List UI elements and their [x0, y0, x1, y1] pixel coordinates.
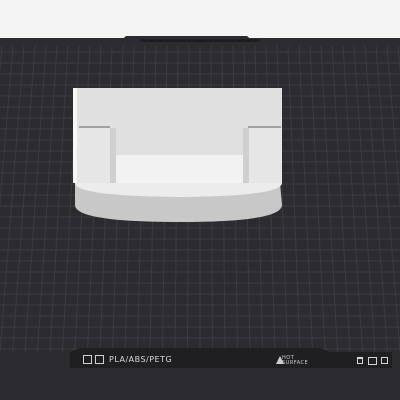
frame-icon[interactable] [368, 357, 377, 365]
model-right-pillar-side [243, 128, 249, 183]
trash-icon[interactable] [357, 357, 363, 364]
bed-logo-icon [83, 355, 92, 364]
3d-viewport[interactable]: PLA/ABS/PETG HOT SURFACE [0, 0, 400, 400]
hot-surface-warning: HOT SURFACE [282, 356, 308, 366]
grid-icon [95, 355, 104, 364]
filament-label: PLA/ABS/PETG [109, 355, 173, 364]
model-right-pillar [249, 128, 282, 183]
build-plate-scene [0, 36, 400, 400]
model[interactable] [73, 88, 282, 222]
model-left-pillar-side [110, 128, 116, 183]
stop-icon[interactable] [381, 357, 388, 364]
warning-line-2: SURFACE [282, 360, 309, 366]
model-inner-ledge [116, 155, 243, 183]
model-left-pillar [77, 128, 110, 183]
plate-label: PLA/ABS/PETG [70, 353, 392, 367]
model-left-edge [73, 88, 77, 183]
plate-handle [140, 39, 260, 42]
